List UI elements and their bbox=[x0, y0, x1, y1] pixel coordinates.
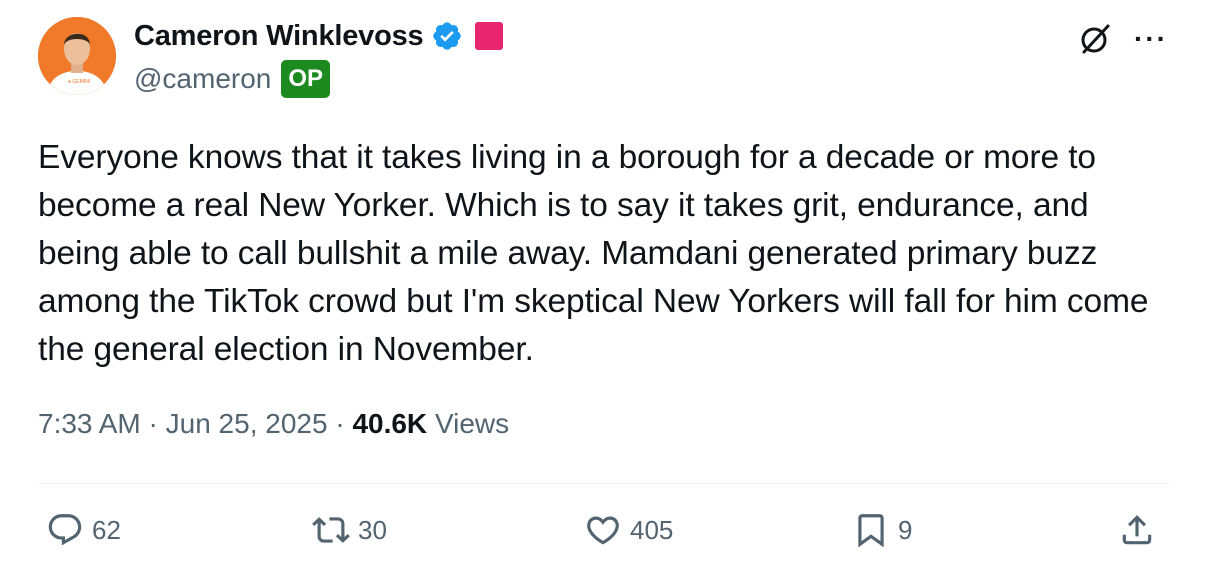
views-count: 40.6K bbox=[352, 408, 428, 439]
bookmark-button[interactable]: 9 bbox=[852, 500, 912, 560]
post-date[interactable]: Jun 25, 2025 bbox=[166, 408, 328, 440]
repost-icon bbox=[312, 517, 350, 543]
like-count: 405 bbox=[630, 514, 674, 545]
op-badge: OP bbox=[281, 60, 331, 98]
top-actions: ··· bbox=[1076, 20, 1170, 58]
author-handle-row: @cameron OP bbox=[134, 58, 331, 100]
reply-button[interactable]: 62 bbox=[46, 500, 121, 560]
post-meta: 7:33 AM · Jun 25, 2025 · 40.6K Views bbox=[38, 408, 509, 440]
bookmark-icon bbox=[858, 514, 884, 548]
action-bar: 62 30 405 9 bbox=[0, 500, 1206, 560]
author-handle[interactable]: @cameron bbox=[134, 63, 271, 95]
more-icon[interactable]: ··· bbox=[1132, 20, 1170, 58]
author-name-row: Cameron Winklevoss bbox=[134, 16, 504, 56]
meta-separator: · bbox=[140, 408, 166, 439]
bookmark-count: 9 bbox=[898, 514, 913, 545]
grok-icon[interactable] bbox=[1076, 20, 1114, 58]
repost-count: 30 bbox=[358, 514, 387, 545]
post-text: Everyone knows that it takes living in a… bbox=[38, 139, 1149, 368]
avatar[interactable]: ● GEMINI bbox=[38, 17, 116, 95]
divider bbox=[38, 483, 1170, 484]
post-time[interactable]: 7:33 AM bbox=[38, 408, 141, 440]
views-label: Views bbox=[434, 408, 510, 439]
reply-count: 62 bbox=[92, 514, 121, 545]
repost-button[interactable]: 30 bbox=[312, 500, 387, 560]
share-icon bbox=[1122, 515, 1152, 545]
affiliate-badge-icon[interactable] bbox=[475, 22, 504, 50]
like-icon bbox=[587, 516, 619, 545]
svg-text:● GEMINI: ● GEMINI bbox=[68, 79, 90, 85]
like-button[interactable]: 405 bbox=[584, 500, 673, 560]
meta-separator: · bbox=[327, 408, 353, 439]
tweet-card: ● GEMINI Cameron Winklevoss @cameron OP … bbox=[0, 0, 1206, 576]
share-button[interactable] bbox=[1118, 500, 1156, 560]
meta-space bbox=[427, 408, 435, 440]
author-name[interactable]: Cameron Winklevoss bbox=[134, 20, 424, 53]
reply-icon bbox=[48, 514, 82, 546]
verified-badge-icon[interactable] bbox=[431, 20, 463, 52]
